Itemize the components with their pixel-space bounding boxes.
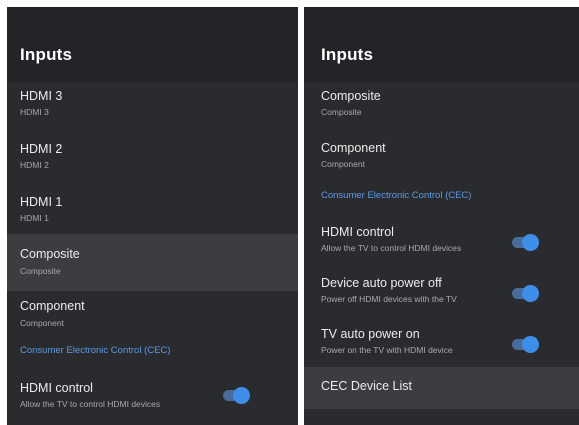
input-item-subtitle: Composite bbox=[321, 107, 362, 117]
setting-subtitle: Power on the TV with HDMI device bbox=[321, 345, 453, 355]
input-item-title: Composite bbox=[321, 89, 381, 103]
setting-title: Device auto power off bbox=[321, 276, 442, 290]
cec-section-label: Consumer Electronic Control (CEC) bbox=[20, 345, 171, 356]
toggle-knob bbox=[522, 285, 539, 302]
cec-section-label: Consumer Electronic Control (CEC) bbox=[321, 190, 472, 201]
hdmi-control-toggle[interactable] bbox=[510, 234, 539, 251]
hdmi-control-row[interactable]: HDMI control Allow the TV to control HDM… bbox=[7, 373, 298, 425]
input-item-hdmi-2[interactable]: HDMI 2 HDMI 2 bbox=[7, 134, 298, 189]
hdmi-control-row[interactable]: HDMI control Allow the TV to control HDM… bbox=[304, 217, 579, 269]
input-item-title: Component bbox=[20, 299, 85, 313]
input-item-composite[interactable]: Composite Composite bbox=[7, 234, 298, 291]
input-item-subtitle: Component bbox=[321, 159, 365, 169]
setting-title: TV auto power on bbox=[321, 327, 420, 341]
device-auto-power-off-toggle[interactable] bbox=[510, 285, 539, 302]
panel-header: Inputs bbox=[304, 7, 579, 82]
tv-auto-power-on-toggle[interactable] bbox=[510, 336, 539, 353]
input-item-title: Component bbox=[321, 141, 386, 155]
setting-subtitle: Allow the TV to control HDMI devices bbox=[20, 399, 161, 409]
cec-device-list-item[interactable]: CEC Device List bbox=[304, 367, 579, 409]
inputs-panel-left: Inputs HDMI 3 HDMI 3 HDMI 2 HDMI 2 HDMI … bbox=[7, 7, 298, 425]
setting-title: HDMI control bbox=[321, 225, 394, 239]
panel-header: Inputs bbox=[7, 7, 298, 82]
setting-subtitle: Power off HDMI devices with the TV bbox=[321, 294, 457, 304]
input-item-title: Composite bbox=[20, 247, 80, 261]
cec-device-list-label: CEC Device List bbox=[321, 379, 412, 393]
input-item-subtitle: Composite bbox=[20, 266, 61, 276]
hdmi-control-toggle[interactable] bbox=[221, 387, 250, 404]
setting-title: HDMI control bbox=[20, 381, 93, 395]
input-item-hdmi-3[interactable]: HDMI 3 HDMI 3 bbox=[7, 82, 298, 134]
setting-subtitle: Allow the TV to control HDMI devices bbox=[321, 243, 462, 253]
panel-title: Inputs bbox=[20, 45, 73, 64]
input-item-component[interactable]: Component Component bbox=[304, 134, 579, 184]
tv-auto-power-on-row[interactable]: TV auto power on Power on the TV with HD… bbox=[304, 321, 579, 367]
input-item-title: HDMI 1 bbox=[20, 195, 63, 209]
input-item-subtitle: HDMI 2 bbox=[20, 160, 49, 170]
input-item-subtitle: HDMI 3 bbox=[20, 107, 49, 117]
input-item-title: HDMI 3 bbox=[20, 89, 63, 103]
input-item-subtitle: Component bbox=[20, 318, 64, 328]
toggle-knob bbox=[522, 234, 539, 251]
input-item-subtitle: HDMI 1 bbox=[20, 213, 49, 223]
toggle-knob bbox=[522, 336, 539, 353]
device-auto-power-off-row[interactable]: Device auto power off Power off HDMI dev… bbox=[304, 269, 579, 321]
panel-title: Inputs bbox=[321, 45, 374, 64]
input-item-component[interactable]: Component Component bbox=[7, 291, 298, 343]
input-item-hdmi-1[interactable]: HDMI 1 HDMI 1 bbox=[7, 189, 298, 234]
toggle-knob bbox=[233, 387, 250, 404]
input-item-title: HDMI 2 bbox=[20, 142, 63, 156]
input-item-composite[interactable]: Composite Composite bbox=[304, 82, 579, 134]
inputs-panel-right: Inputs Composite Composite Component Com… bbox=[304, 7, 579, 425]
